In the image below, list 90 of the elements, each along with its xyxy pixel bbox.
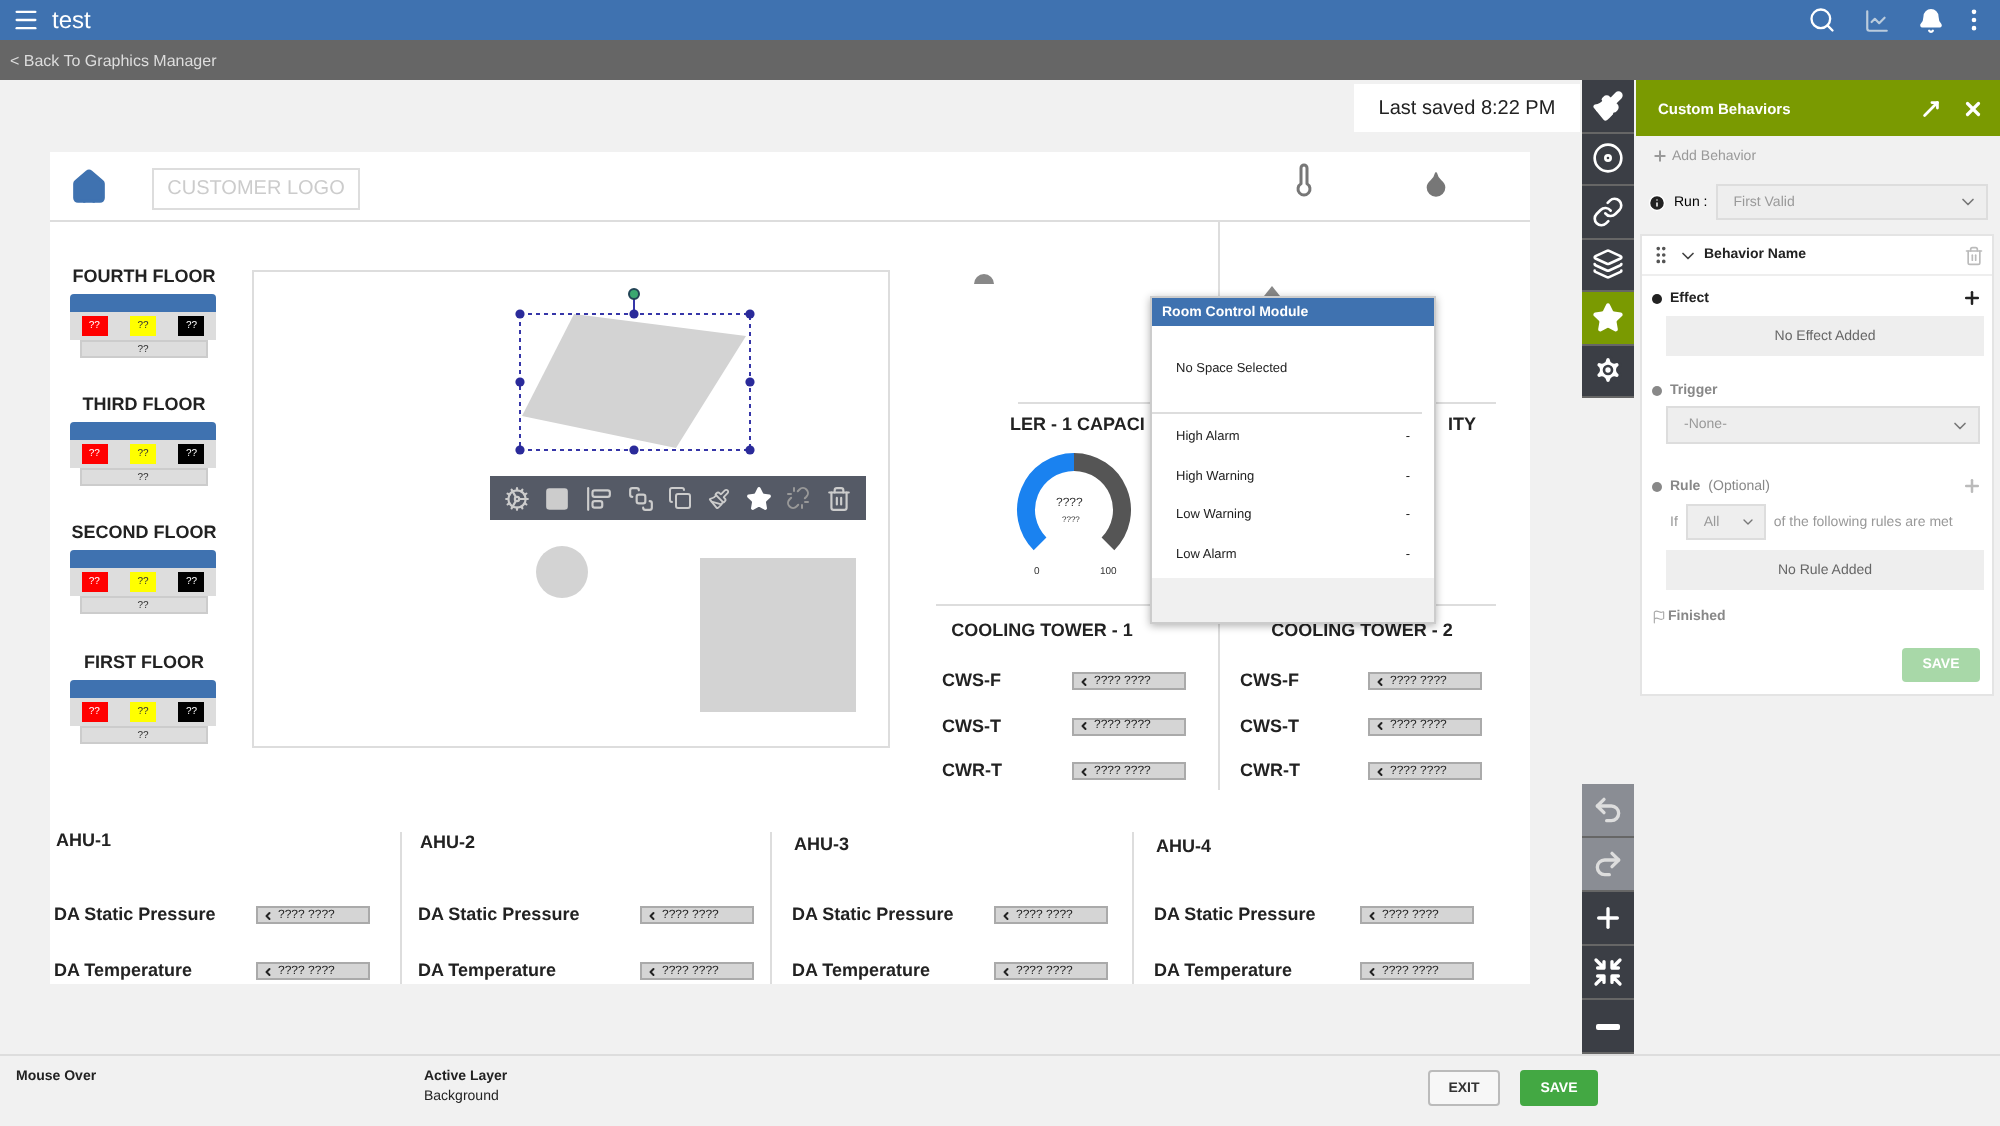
bullet-icon — [1652, 293, 1662, 303]
flag-icon — [1652, 610, 1666, 624]
chevron-left-icon — [262, 909, 274, 921]
chevron-left-icon — [646, 909, 658, 921]
copy-icon[interactable] — [668, 486, 693, 510]
point-label: CWS-F — [1240, 670, 1299, 690]
settings-icon — [1592, 354, 1624, 387]
floor-label: FIRST FLOOR — [82, 652, 206, 672]
point-label: DA Static Pressure — [418, 904, 580, 924]
point-label: DA Temperature — [792, 960, 931, 980]
chevron-left-icon — [1078, 675, 1090, 687]
back-link[interactable]: < Back To Graphics Manager — [10, 51, 217, 69]
zoom-out-icon — [1596, 1023, 1620, 1029]
paintbrush-tool[interactable] — [1582, 80, 1634, 133]
layers-icon — [1592, 248, 1624, 281]
chevron-left-icon — [1366, 965, 1378, 977]
fill-icon[interactable] — [544, 485, 571, 511]
chevron-left-icon — [1374, 675, 1386, 687]
zoom-in-button[interactable] — [1582, 892, 1634, 946]
floor-label: SECOND FLOOR — [69, 522, 219, 542]
zoom-in-icon — [1592, 902, 1624, 934]
bullet-icon — [1652, 481, 1662, 491]
point-label: DA Temperature — [54, 960, 193, 980]
chiller-title: LER - 1 CAPACI — [1010, 414, 1145, 434]
ahu-title: AHU-2 — [420, 832, 476, 852]
triangle-icon — [1264, 286, 1280, 296]
point-label: DA Temperature — [1154, 960, 1293, 980]
chevron-left-icon — [1000, 965, 1012, 977]
info-icon — [1648, 193, 1666, 211]
undo-icon — [1592, 794, 1624, 826]
align-icon[interactable] — [586, 485, 613, 511]
ahu-title: AHU-3 — [794, 834, 850, 854]
gears-icon[interactable] — [503, 485, 530, 511]
unlink-icon[interactable] — [786, 486, 811, 510]
chevron-left-icon — [1078, 720, 1090, 732]
tower-title: COOLING TOWER - 2 — [1269, 620, 1455, 640]
point-label: DA Static Pressure — [792, 904, 954, 924]
point-label: CWS-T — [942, 715, 1001, 735]
add-icon[interactable] — [1962, 288, 1982, 308]
star-tool[interactable] — [1582, 292, 1634, 345]
tower-title: COOLING TOWER - 1 — [949, 620, 1135, 640]
point-label: CWS-T — [1240, 715, 1299, 735]
app-title: test — [52, 6, 93, 34]
chevron-left-icon — [1374, 720, 1386, 732]
search-icon[interactable] — [1808, 6, 1836, 34]
last-saved-label: Last saved 8:22 PM — [1354, 84, 1580, 132]
arrange-icon[interactable] — [627, 485, 654, 511]
circle-shape — [536, 546, 588, 598]
plus-icon — [1652, 148, 1668, 164]
ahu-title: AHU-1 — [56, 830, 112, 850]
pop-out-icon[interactable] — [1920, 97, 1942, 119]
redo-icon — [1592, 848, 1624, 880]
point-label: DA Temperature — [418, 960, 557, 980]
fit-icon — [1592, 956, 1624, 988]
chevron-left-icon — [262, 965, 274, 977]
point-label: CWS-F — [942, 670, 1001, 690]
drag-handle-icon[interactable] — [1650, 244, 1672, 266]
zoom-out-button[interactable] — [1582, 1000, 1634, 1054]
chevron-left-icon — [1366, 909, 1378, 921]
ahu-title: AHU-4 — [1156, 836, 1212, 856]
point-label: CWR-T — [942, 760, 1002, 780]
caret-icon — [1739, 514, 1756, 530]
layers-tool[interactable] — [1582, 239, 1634, 292]
chiller-title: ITY — [1448, 414, 1477, 434]
paintbrush-icon[interactable] — [708, 487, 731, 509]
paintbrush-icon — [1592, 89, 1624, 122]
ring-icon — [1592, 142, 1624, 175]
chevron-left-icon — [1000, 909, 1012, 921]
point-label: DA Static Pressure — [1154, 904, 1316, 924]
star-icon[interactable] — [745, 485, 772, 511]
selected-shape-drawing[interactable] — [514, 288, 758, 456]
floor-label: THIRD FLOOR — [80, 394, 208, 414]
star-icon — [1592, 301, 1624, 334]
floor-label: FOURTH FLOOR — [70, 266, 218, 286]
bell-icon[interactable] — [1918, 7, 1944, 33]
close-icon[interactable] — [1962, 97, 1984, 119]
bullet-icon — [1652, 386, 1662, 396]
link-icon — [1592, 195, 1624, 228]
chevron-left-icon — [1078, 765, 1090, 777]
menu-icon[interactable] — [12, 6, 40, 34]
point-label: DA Static Pressure — [54, 904, 216, 924]
chevron-left-icon — [1374, 765, 1386, 777]
point-label: CWR-T — [1240, 760, 1300, 780]
ring-tool[interactable] — [1582, 133, 1634, 186]
delete-icon[interactable] — [826, 485, 853, 511]
fit-button[interactable] — [1582, 946, 1634, 1000]
line-chart-icon[interactable] — [1864, 7, 1890, 33]
link-tool[interactable] — [1582, 186, 1634, 239]
chevron-left-icon — [646, 965, 658, 977]
settings-tool[interactable] — [1582, 345, 1634, 398]
